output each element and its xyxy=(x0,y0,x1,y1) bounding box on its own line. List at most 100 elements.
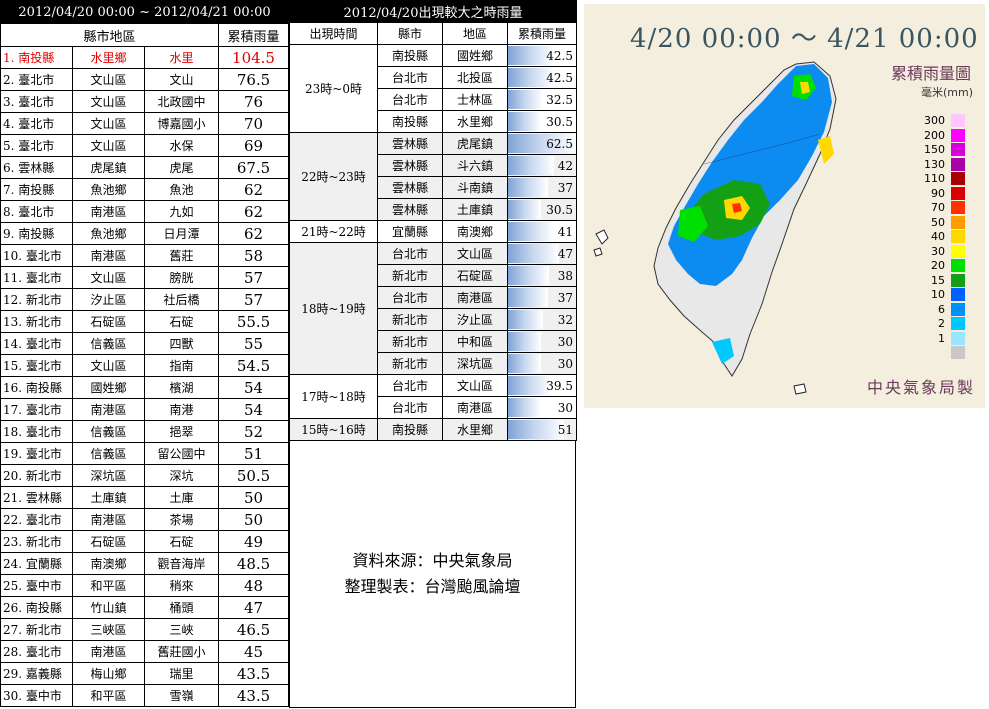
ranking-value: 50.5 xyxy=(217,464,290,487)
ranking-town: 文山區 xyxy=(72,354,145,377)
ranking-row: 10. 臺北市 南港區 舊莊 58 xyxy=(0,244,290,267)
hourly-table: 2012/04/20出現較大之時雨量 出現時間 縣市 地區 累積雨量 23時~0… xyxy=(289,0,577,441)
hourly-row: 22時~23時 雲林縣 虎尾鎮 62.5 xyxy=(289,132,577,221)
ranking-station: 魚池 xyxy=(144,178,219,201)
ranking-row: 26. 南投縣 竹山鎮 桶頭 47 xyxy=(0,596,290,619)
legend-label: 30 xyxy=(931,244,945,258)
ranking-station: 博嘉國小 xyxy=(144,112,219,135)
hourly-amount-cell: 38 xyxy=(507,264,577,287)
hourly-city: 宜蘭縣 xyxy=(377,220,443,243)
ranking-value: 62 xyxy=(217,178,290,201)
legend-item: 30 xyxy=(929,244,973,258)
ranking-station: 桶頭 xyxy=(144,596,219,619)
ranking-value: 48.5 xyxy=(217,552,290,575)
hourly-area: 斗南鎮 xyxy=(442,176,508,199)
hourly-area: 土庫鎮 xyxy=(442,198,508,221)
hourly-amount: 62.5 xyxy=(546,136,573,151)
hourly-header-amount: 累積雨量 xyxy=(507,22,577,45)
ranking-rank: 9. 南投縣 xyxy=(0,222,73,245)
legend-item: 2 xyxy=(929,317,973,330)
hourly-row: 23時~0時 南投縣 國姓鄉 42.5 xyxy=(289,44,577,133)
ranking-town: 文山區 xyxy=(72,134,145,157)
ranking-value: 58 xyxy=(217,244,290,267)
ranking-station: 南港 xyxy=(144,398,219,421)
hourly-amount-cell: 30 xyxy=(507,396,577,419)
legend-label: 6 xyxy=(938,302,945,316)
ranking-rank: 30. 臺中市 xyxy=(0,684,73,707)
map-unit-label: 毫米(mm) xyxy=(920,86,973,99)
hourly-city: 新北市 xyxy=(377,264,443,287)
ranking-rank: 7. 南投縣 xyxy=(0,178,73,201)
ranking-row: 9. 南投縣 魚池鄉 日月潭 62 xyxy=(0,222,290,245)
hourly-amount: 39.5 xyxy=(546,378,573,393)
hourly-amount-cell: 42.5 xyxy=(507,44,577,67)
hourly-area: 北投區 xyxy=(442,66,508,89)
ranking-value: 54 xyxy=(217,376,290,399)
ranking-row: 5. 臺北市 文山區 水保 69 xyxy=(0,134,290,157)
ranking-rank: 22. 臺北市 xyxy=(0,508,73,531)
hourly-amount: 41 xyxy=(557,224,573,239)
ranking-town: 南港區 xyxy=(72,200,145,223)
ranking-value: 48 xyxy=(217,574,290,597)
legend-label: 200 xyxy=(924,128,945,142)
hourly-amount: 37 xyxy=(557,180,573,195)
hourly-amount-cell: 62.5 xyxy=(507,132,577,155)
ranking-header-region: 縣市地區 xyxy=(0,23,219,47)
ranking-rank: 12. 新北市 xyxy=(0,288,73,311)
map-title: 4/20 00:00 ～ 4/21 00:00 xyxy=(630,24,979,54)
hourly-time: 21時~22時 xyxy=(289,220,378,243)
ranking-value: 54.5 xyxy=(217,354,290,377)
ranking-rank: 20. 新北市 xyxy=(0,464,73,487)
hourly-amount-bar xyxy=(508,90,544,109)
ranking-town: 文山區 xyxy=(72,90,145,113)
ranking-station: 文山 xyxy=(144,68,219,91)
ranking-station: 土庫 xyxy=(144,486,219,509)
ranking-town: 石碇區 xyxy=(72,310,145,333)
hourly-area: 汐止區 xyxy=(442,308,508,331)
ranking-town: 南港區 xyxy=(72,640,145,663)
hourly-amount: 42.5 xyxy=(546,70,573,85)
ranking-station: 石碇 xyxy=(144,530,219,553)
hourly-row: 15時~16時 南投縣 水里鄉 51 xyxy=(289,418,577,441)
hourly-amount: 32.5 xyxy=(546,92,573,107)
ranking-rank: 13. 新北市 xyxy=(0,310,73,333)
hourly-area: 南港區 xyxy=(442,396,508,419)
ranking-value: 49 xyxy=(217,530,290,553)
ranking-rank: 1. 南投縣 xyxy=(0,46,73,69)
hourly-amount: 32 xyxy=(557,312,573,327)
hourly-amount-bar xyxy=(508,156,554,175)
ranking-rank: 15. 臺北市 xyxy=(0,354,73,377)
ranking-value: 67.5 xyxy=(217,156,290,179)
ranking-row: 3. 臺北市 文山區 北政國中 76 xyxy=(0,90,290,113)
legend-item: 20 xyxy=(929,259,973,272)
legend-item: 110 xyxy=(924,172,973,185)
ranking-rank: 27. 新北市 xyxy=(0,618,73,641)
ranking-station: 日月潭 xyxy=(144,222,219,245)
ranking-town: 梅山鄉 xyxy=(72,662,145,685)
hourly-city: 南投縣 xyxy=(377,418,443,441)
ranking-rank: 18. 臺北市 xyxy=(0,420,73,443)
ranking-row: 7. 南投縣 魚池鄉 魚池 62 xyxy=(0,178,290,201)
hourly-city: 新北市 xyxy=(377,308,443,331)
legend-label: 50 xyxy=(931,215,945,229)
legend-swatch xyxy=(951,230,965,243)
hourly-city: 雲林縣 xyxy=(377,176,443,199)
ranking-town: 石碇區 xyxy=(72,530,145,553)
ranking-table: 2012/04/20 00:00 ~ 2012/04/21 00:00 縣市地區… xyxy=(0,0,290,707)
ranking-rank: 16. 南投縣 xyxy=(0,376,73,399)
hourly-amount-cell: 30.5 xyxy=(507,110,577,133)
ranking-rank: 8. 臺北市 xyxy=(0,200,73,223)
hourly-area: 深坑區 xyxy=(442,352,508,375)
ranking-value: 47 xyxy=(217,596,290,619)
hourly-city: 新北市 xyxy=(377,330,443,353)
ranking-station: 膀胱 xyxy=(144,266,219,289)
ranking-value: 55.5 xyxy=(217,310,290,333)
ranking-station: 留公國中 xyxy=(144,442,219,465)
legend-swatch xyxy=(951,331,965,345)
hourly-area: 國姓鄉 xyxy=(442,44,508,67)
ranking-rank: 25. 臺中市 xyxy=(0,574,73,597)
hourly-amount-bar xyxy=(508,420,564,439)
ranking-station: 水保 xyxy=(144,134,219,157)
legend-item xyxy=(929,346,973,359)
ranking-station: 深坑 xyxy=(144,464,219,487)
